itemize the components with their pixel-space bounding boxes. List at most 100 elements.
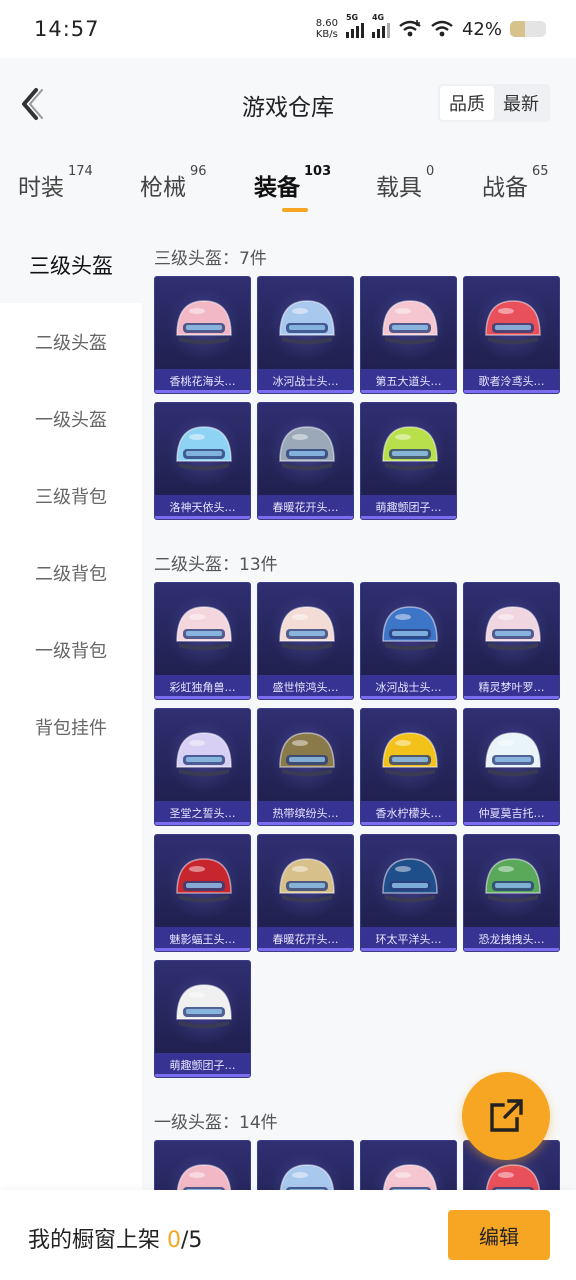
- rarity-bar: [258, 516, 353, 519]
- signal-5g-label: 5G: [345, 13, 359, 22]
- signal-4g-icon: 4G: [371, 13, 390, 38]
- helmet-icon: [382, 300, 438, 345]
- rarity-bar: [258, 822, 353, 825]
- helmet-icon: [279, 300, 335, 345]
- helmet-icon: [176, 1164, 232, 1190]
- sidebar-item-backpack-charm[interactable]: 背包挂件: [0, 688, 142, 765]
- item-card[interactable]: 歌者泠鸢头…: [463, 276, 560, 394]
- tab-count: 174: [68, 164, 93, 179]
- net-speed: 8.60 KB/s: [316, 18, 338, 40]
- helmet-icon: [485, 300, 541, 345]
- rarity-bar: [155, 948, 250, 951]
- sidebar-item-level2-backpack[interactable]: 二级背包: [0, 534, 142, 611]
- net-speed-unit: KB/s: [315, 29, 338, 40]
- helmet-icon: [382, 732, 438, 777]
- sidebar-item-level1-helmet[interactable]: 一级头盔: [0, 380, 142, 457]
- helmet-icon: [176, 300, 232, 345]
- sidebar-item-level2-helmet[interactable]: 二级头盔: [0, 303, 142, 380]
- tab-count: 65: [532, 164, 549, 179]
- tab-count: 0: [426, 164, 435, 179]
- sidebar: 三级头盔 二级头盔 一级头盔 三级背包 二级背包 一级背包 背包挂件: [0, 226, 142, 1190]
- tab-combat-gear[interactable]: 战备 65: [482, 164, 549, 202]
- battery-percent: 42%: [461, 18, 502, 40]
- tab-fashion[interactable]: 时装 174: [18, 164, 93, 202]
- item-card[interactable]: 香水柠檬头…: [360, 708, 457, 826]
- item-card[interactable]: [154, 1140, 251, 1190]
- item-card[interactable]: 盛世惊鸿头…: [257, 582, 354, 700]
- bottom-bar: 我的橱窗上架 0/5 编辑: [0, 1190, 576, 1280]
- rarity-bar: [464, 696, 559, 699]
- item-card[interactable]: 春暖花开头…: [257, 834, 354, 952]
- signal-4g-label: 4G: [371, 13, 385, 22]
- item-card[interactable]: [360, 1140, 457, 1190]
- sidebar-item-level1-backpack[interactable]: 一级背包: [0, 611, 142, 688]
- item-card[interactable]: 洛神天依头…: [154, 402, 251, 520]
- tab-label: 时装: [18, 175, 64, 201]
- helmet-icon: [176, 732, 232, 777]
- item-card[interactable]: 恐龙拽拽头…: [463, 834, 560, 952]
- helmet-icon: [485, 606, 541, 651]
- status-time: 14:57: [34, 17, 100, 41]
- helmet-icon: [382, 426, 438, 471]
- item-card[interactable]: 萌趣颤团子…: [360, 402, 457, 520]
- helmet-icon: [279, 426, 335, 471]
- section-title: 一级头盔：14件: [154, 1113, 278, 1133]
- share-button[interactable]: [462, 1072, 550, 1160]
- rarity-bar: [464, 822, 559, 825]
- tab-count: 103: [304, 164, 332, 179]
- helmet-icon: [176, 606, 232, 651]
- rarity-bar: [258, 696, 353, 699]
- status-indicators: 8.60 KB/s 5G 4G 42%: [316, 13, 546, 40]
- item-card[interactable]: 圣堂之誓头…: [154, 708, 251, 826]
- helmet-icon: [279, 732, 335, 777]
- item-card[interactable]: 环太平洋头…: [360, 834, 457, 952]
- item-card[interactable]: 彩虹独角兽…: [154, 582, 251, 700]
- rarity-bar: [361, 822, 456, 825]
- sort-toggle: 品质 最新: [438, 84, 550, 122]
- sidebar-item-level3-helmet[interactable]: 三级头盔: [0, 226, 142, 303]
- rarity-bar: [258, 390, 353, 393]
- header: 游戏仓库 品质 最新: [0, 58, 576, 150]
- item-card[interactable]: 精灵梦叶罗…: [463, 582, 560, 700]
- share-external-icon: [490, 1099, 523, 1132]
- helmet-icon: [279, 606, 335, 651]
- item-card[interactable]: 香桃花海头…: [154, 276, 251, 394]
- showcase-status: 我的橱窗上架 0/5: [28, 1222, 202, 1254]
- item-card[interactable]: 热带缤纷头…: [257, 708, 354, 826]
- rarity-bar: [258, 948, 353, 951]
- item-card[interactable]: 春暖花开头…: [257, 402, 354, 520]
- tab-weapons[interactable]: 枪械 96: [140, 164, 207, 202]
- item-card[interactable]: 魅影蝠王头…: [154, 834, 251, 952]
- net-speed-value: 8.60: [315, 18, 338, 29]
- helmet-icon: [485, 858, 541, 903]
- helmet-icon: [279, 858, 335, 903]
- rarity-bar: [361, 516, 456, 519]
- rarity-bar: [155, 822, 250, 825]
- rarity-bar: [464, 948, 559, 951]
- tab-label: 枪械: [140, 175, 186, 201]
- item-card[interactable]: [257, 1140, 354, 1190]
- helmet-icon: [485, 1164, 541, 1190]
- sort-latest-button[interactable]: 最新: [494, 86, 548, 120]
- rarity-bar: [464, 390, 559, 393]
- item-card[interactable]: 冰河战士头…: [257, 276, 354, 394]
- helmet-icon: [176, 426, 232, 471]
- helmet-icon: [382, 858, 438, 903]
- item-card[interactable]: 萌趣颤团子…: [154, 960, 251, 1078]
- section-title: 三级头盔：7件: [154, 249, 267, 269]
- sidebar-item-level3-backpack[interactable]: 三级背包: [0, 457, 142, 534]
- helmet-icon: [176, 984, 232, 1029]
- rarity-bar: [361, 948, 456, 951]
- app-root: 14:57 8.60 KB/s 5G 4G 42% 游戏仓库 品质 最新 时装1…: [0, 0, 576, 1280]
- tab-equipment[interactable]: 装备 103: [254, 164, 331, 212]
- showcase-count: 0: [167, 1228, 181, 1253]
- item-card[interactable]: 冰河战士头…: [360, 582, 457, 700]
- item-card[interactable]: 第五大道头…: [360, 276, 457, 394]
- showcase-total: /5: [181, 1228, 203, 1253]
- wifi-icon: [431, 20, 453, 37]
- sort-quality-button[interactable]: 品质: [440, 86, 494, 120]
- tab-vehicles[interactable]: 载具 0: [376, 164, 434, 202]
- edit-button[interactable]: 编辑: [448, 1210, 550, 1260]
- signal-5g-icon: 5G: [345, 13, 364, 38]
- item-card[interactable]: 仲夏莫吉托…: [463, 708, 560, 826]
